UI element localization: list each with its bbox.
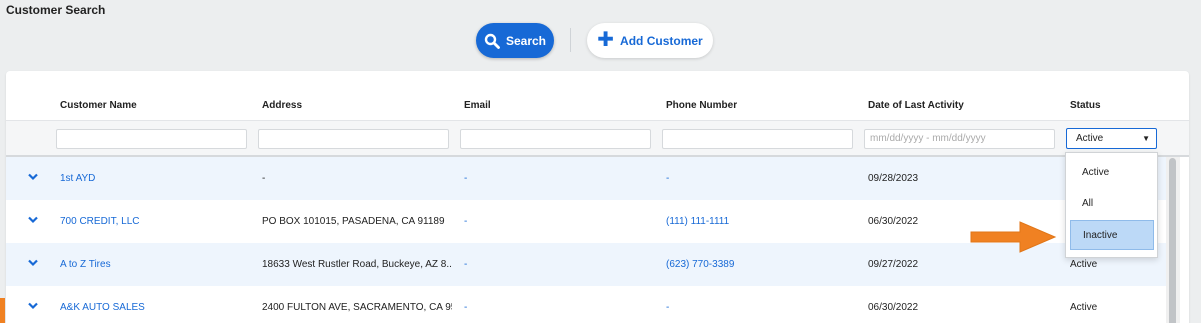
phone-cell: (623) 770-3389 <box>666 259 735 270</box>
customer-name-filter-input[interactable] <box>56 129 247 149</box>
phone-cell: - <box>666 302 670 313</box>
chevron-down-icon[interactable] <box>28 302 38 310</box>
search-button[interactable]: Search <box>476 23 554 58</box>
email-cell: - <box>464 302 468 313</box>
status-option-inactive[interactable]: Inactive <box>1070 220 1154 250</box>
phone-cell: (111) 111-1111 <box>666 216 730 227</box>
chevron-down-icon[interactable] <box>28 173 38 181</box>
email-cell: - <box>464 259 468 270</box>
scrollbar-thumb[interactable] <box>1169 158 1176 323</box>
customer-name-link[interactable]: 700 CREDIT, LLC <box>60 200 250 243</box>
column-header-status[interactable]: Status <box>1070 100 1101 111</box>
status-filter-value: Active <box>1076 133 1104 144</box>
column-header-customer-name[interactable]: Customer Name <box>60 100 137 111</box>
column-header-phone-number[interactable]: Phone Number <box>666 100 737 111</box>
address-cell: - <box>262 173 266 184</box>
search-icon <box>484 33 500 49</box>
phone-cell: - <box>666 173 670 184</box>
page-title: Customer Search <box>6 3 106 17</box>
address-filter-input[interactable] <box>258 129 449 149</box>
customer-table-card: Customer Name Address Email Phone Number… <box>6 71 1189 323</box>
chevron-down-icon[interactable] <box>28 259 38 267</box>
status-option-active[interactable]: Active <box>1070 158 1154 188</box>
customer-name-link[interactable]: 1st AYD <box>60 157 250 200</box>
address-cell: 18633 West Rustler Road, Buckeye, AZ 8..… <box>262 259 452 270</box>
date-cell: 09/28/2023 <box>868 173 919 184</box>
status-cell: Active <box>1070 302 1098 313</box>
address-cell: 2400 FULTON AVE, SACRAMENTO, CA 95... <box>262 302 452 313</box>
search-button-label: Search <box>505 33 547 48</box>
chevron-down-icon[interactable] <box>28 216 38 224</box>
side-tab[interactable] <box>0 298 5 323</box>
filter-row: mm/dd/yyyy - mm/dd/yyyy Active ▼ <box>6 120 1189 157</box>
date-range-filter-input[interactable]: mm/dd/yyyy - mm/dd/yyyy <box>864 129 1055 149</box>
caret-down-icon: ▼ <box>1142 134 1150 143</box>
table-row[interactable]: 1st AYD - - - 09/28/2023 <box>6 157 1166 200</box>
toolbar-divider <box>570 28 571 52</box>
date-cell: 06/30/2022 <box>868 302 919 313</box>
status-option-all[interactable]: All <box>1070 189 1154 219</box>
email-cell: - <box>464 173 468 184</box>
phone-filter-input[interactable] <box>662 129 853 149</box>
customer-name-link[interactable]: A to Z Tires <box>60 243 250 286</box>
add-customer-button[interactable]: ✚ Add Customer <box>587 23 713 58</box>
column-header-email[interactable]: Email <box>464 100 491 111</box>
add-customer-button-label: Add Customer <box>620 33 703 48</box>
status-filter-select[interactable]: Active ▼ <box>1066 128 1157 149</box>
customer-name-link[interactable]: A&K AUTO SALES <box>60 286 250 323</box>
email-filter-input[interactable] <box>460 129 651 149</box>
address-cell: PO BOX 101015, PASADENA, CA 91189 <box>262 216 445 227</box>
email-cell: - <box>464 216 468 227</box>
annotation-arrow-icon <box>970 221 1057 253</box>
plus-icon: ✚ <box>597 28 615 51</box>
column-header-date-of-last-activity[interactable]: Date of Last Activity <box>868 100 964 111</box>
column-header-address[interactable]: Address <box>262 100 302 111</box>
table-row[interactable]: A&K AUTO SALES 2400 FULTON AVE, SACRAMEN… <box>6 286 1166 323</box>
status-dropdown-menu: Active All Inactive <box>1065 152 1158 258</box>
